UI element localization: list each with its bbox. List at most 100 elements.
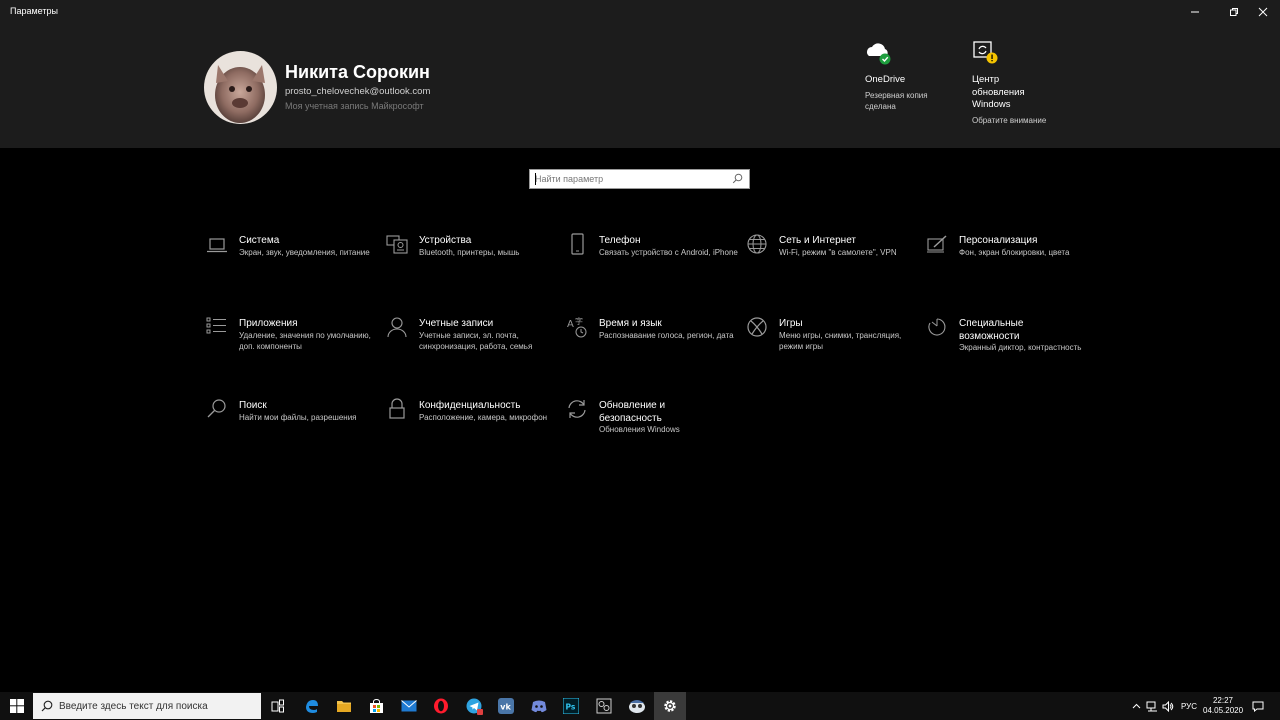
windows-update-subtitle: Обратите внимание: [972, 115, 1047, 125]
windows-logo-icon: [10, 699, 24, 713]
tile-description: Удаление, значения по умолчанию, доп. ко…: [239, 331, 371, 351]
tile-description: Найти мои файлы, разрешения: [239, 413, 357, 422]
minimize-button[interactable]: [1178, 0, 1212, 24]
volume-tray-button[interactable]: [1161, 692, 1175, 720]
tile-title: Устройства: [419, 235, 472, 246]
store-icon: [369, 698, 383, 713]
user-name: Никита Сорокин: [285, 62, 430, 82]
control-panel-button[interactable]: [588, 692, 620, 720]
onedrive-title: OneDrive: [865, 74, 906, 85]
tile-title: Персонализация: [959, 235, 1038, 246]
task-view-button[interactable]: [262, 692, 294, 720]
vk-icon: vk: [498, 698, 514, 714]
svg-text:A: A: [567, 319, 574, 330]
tile-description: Расположение, камера, микрофон: [419, 413, 548, 422]
account-header: Никита Сорокин prosto_chelovechek@outloo…: [0, 24, 1280, 148]
file-explorer-icon: [337, 701, 351, 712]
search-icon[interactable]: [732, 173, 743, 184]
clock[interactable]: 22:27 04.05.2020: [1203, 696, 1243, 716]
tile-title: Телефон: [599, 235, 641, 246]
action-center-button[interactable]: [1251, 692, 1265, 720]
network-icon: [1146, 701, 1157, 711]
tile-description: Wi-Fi, режим "в самолете", VPN: [779, 248, 897, 257]
user-email: prosto_chelovechek@outlook.com: [285, 86, 431, 97]
mail-button[interactable]: [393, 692, 425, 720]
settings-gear-icon: [664, 700, 676, 712]
tile-title: Конфиденциальность: [419, 400, 521, 411]
keyboard-devices-icon: [386, 235, 408, 254]
svg-text:vk: vk: [500, 703, 511, 712]
app-button[interactable]: [621, 692, 653, 720]
avatar[interactable]: [204, 51, 277, 124]
close-button[interactable]: [1246, 0, 1280, 24]
photoshop-button[interactable]: Ps: [555, 692, 587, 720]
tile-description: Фон, экран блокировки, цвета: [959, 248, 1070, 257]
xbox-icon: [747, 317, 767, 337]
opera-icon: [434, 698, 448, 714]
vk-button[interactable]: vk: [490, 692, 522, 720]
time-language-icon: A 字: [567, 316, 587, 338]
store-button[interactable]: [360, 692, 392, 720]
chevron-up-icon: [1132, 703, 1140, 709]
discord-icon: [531, 700, 547, 713]
network-tray-button[interactable]: [1145, 692, 1159, 720]
telegram-button[interactable]: [458, 692, 490, 720]
task-view-icon: [271, 699, 284, 713]
svg-text:字: 字: [575, 316, 583, 326]
settings-search-box[interactable]: [529, 169, 750, 189]
onedrive-status[interactable]: OneDrive Резервная копия сделана: [865, 40, 975, 112]
pen-screen-icon: [927, 235, 947, 253]
minimize-icon: [1191, 11, 1199, 13]
tile-title: Игры: [779, 318, 803, 329]
tile-title: Время и язык: [599, 318, 662, 329]
close-icon: [1258, 7, 1268, 17]
taskbar-search-placeholder: Введите здесь текст для поиска: [59, 701, 208, 712]
tile-title: Специальные возможности: [959, 318, 1024, 342]
taskbar: Введите здесь текст для поиска vk Ps РУС…: [0, 692, 1280, 720]
discord-button[interactable]: [523, 692, 555, 720]
tile-description: Экран, звук, уведомления, питание: [239, 248, 370, 257]
microsoft-account-link[interactable]: Моя учетная запись Майкрософт: [285, 101, 424, 111]
svg-text:Ps: Ps: [566, 703, 576, 712]
windows-update-title: Центр обновления Windows: [972, 74, 1025, 110]
lock-icon: [389, 398, 405, 419]
file-explorer-button[interactable]: [328, 692, 360, 720]
edge-button[interactable]: [296, 692, 328, 720]
windows-update-status[interactable]: Центр обновления Windows Обратите вниман…: [972, 40, 1082, 126]
tile-title: Обновление и безопасность: [599, 400, 666, 424]
restore-icon: [1230, 8, 1238, 16]
settings-taskbar-button[interactable]: [654, 692, 686, 720]
edge-icon: [306, 700, 318, 713]
window-title: Параметры: [10, 6, 58, 16]
volume-icon: [1162, 700, 1174, 712]
settings-search-input[interactable]: [535, 171, 725, 186]
text-cursor: [535, 173, 536, 185]
onedrive-cloud-check-icon: [867, 43, 891, 65]
tile-description: Меню игры, снимки, трансляция, режим игр…: [779, 331, 902, 351]
input-language-indicator[interactable]: РУС: [1181, 702, 1197, 711]
onedrive-subtitle: Резервная копия сделана: [865, 90, 928, 111]
opera-button[interactable]: [425, 692, 457, 720]
accessibility-timer-icon: [928, 318, 946, 336]
clock-time: 22:27: [1212, 696, 1234, 705]
windows-update-warning-icon: [973, 41, 998, 64]
tile-title: Система: [239, 235, 280, 246]
taskbar-search-box[interactable]: Введите здесь текст для поиска: [33, 693, 261, 719]
tile-description: Распознавание голоса, регион, дата: [599, 331, 734, 340]
tile-description: Обновления Windows: [599, 425, 680, 434]
show-hidden-icons-button[interactable]: [1129, 692, 1143, 720]
tile-title: Поиск: [239, 400, 267, 411]
tile-description: Связать устройство с Android, iPhone: [599, 248, 738, 257]
tile-title: Приложения: [239, 318, 298, 329]
start-button[interactable]: [0, 692, 34, 720]
tile-title: Сеть и Интернет: [779, 235, 857, 246]
control-panel-icon: [596, 698, 612, 714]
person-icon: [387, 317, 407, 338]
mail-icon: [401, 700, 417, 712]
notification-icon: [1252, 701, 1264, 712]
tile-description: Экранный диктор, контрастность: [959, 343, 1082, 352]
sync-arrows-icon: [568, 400, 586, 418]
telegram-icon: [466, 698, 483, 715]
laptop-icon: [207, 238, 227, 253]
phone-icon: [571, 233, 584, 255]
